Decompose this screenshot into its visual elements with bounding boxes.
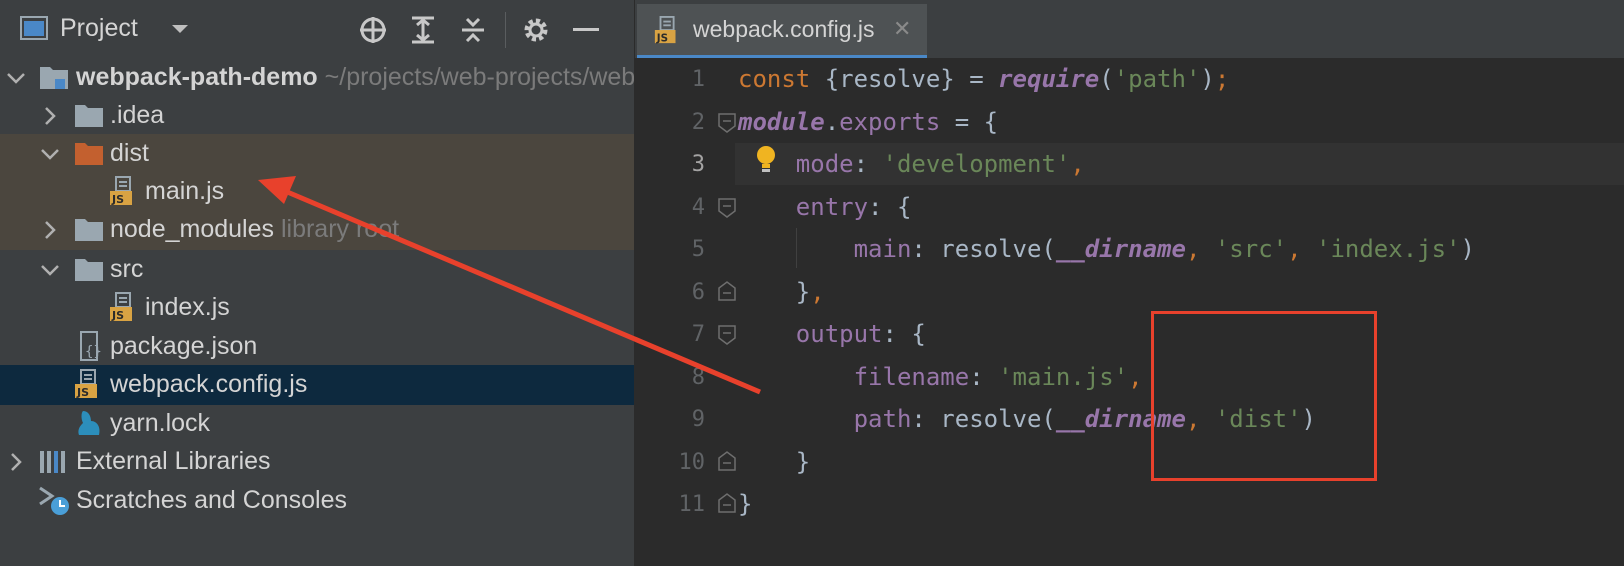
line-number: 2 xyxy=(691,110,705,135)
tree-item-dist[interactable]: dist xyxy=(0,134,634,174)
tree-item-node-modules[interactable]: node_modules library root xyxy=(0,210,634,250)
scratches-icon xyxy=(38,484,70,516)
hide-panel-icon[interactable] xyxy=(568,12,604,48)
collapse-all-icon[interactable] xyxy=(455,12,491,48)
project-folder-icon xyxy=(38,61,70,93)
chevron-right-icon[interactable] xyxy=(4,450,28,474)
line-number: 4 xyxy=(691,195,705,220)
fold-start-icon[interactable] xyxy=(717,324,737,346)
line-gutter: 1 2 3 4 5 6 7 8 9 10 11 xyxy=(635,58,715,566)
indent-guide xyxy=(796,228,797,268)
folder-icon xyxy=(73,99,105,131)
js-file-icon: JS xyxy=(653,14,683,51)
line-number: 5 xyxy=(691,237,705,262)
yarn-icon xyxy=(73,407,105,439)
locate-icon[interactable] xyxy=(355,12,391,48)
code-line-8: filename: 'main.js', xyxy=(853,363,1143,391)
tree-item-label: External Libraries xyxy=(76,447,271,475)
chevron-down-icon[interactable] xyxy=(4,66,28,90)
code-line-5: main: resolve(__dirname, 'src', 'index.j… xyxy=(853,235,1475,263)
svg-text:JS: JS xyxy=(76,386,89,399)
tree-item-label: yarn.lock xyxy=(110,409,211,437)
line-number: 7 xyxy=(691,322,705,347)
chevron-down-icon[interactable] xyxy=(38,258,62,282)
line-number: 3 xyxy=(691,152,705,177)
js-file-icon: JS xyxy=(73,368,105,400)
code-area[interactable]: 1 2 3 4 5 6 7 8 9 10 11 const {resolve} … xyxy=(635,58,1624,566)
tree-item-project-root[interactable]: webpack-path-demo ~/projects/web-project… xyxy=(0,58,634,98)
libraries-icon xyxy=(38,445,70,477)
tree-item-label: index.js xyxy=(145,293,230,321)
tree-item-label: node_modules xyxy=(110,215,275,243)
svg-text:JS: JS xyxy=(111,309,124,322)
tree-item-scratches[interactable]: Scratches and Consoles xyxy=(0,481,634,521)
tree-item-external-libraries[interactable]: External Libraries xyxy=(0,442,634,482)
fold-end-icon[interactable] xyxy=(717,492,737,514)
code-line-10: } xyxy=(738,448,811,476)
tree-item-label: Scratches and Consoles xyxy=(76,486,347,514)
line-number: 9 xyxy=(691,407,705,432)
code-editor[interactable]: JS webpack.config.js ✕ 1 2 3 4 5 6 7 8 9… xyxy=(635,0,1624,566)
gear-icon[interactable] xyxy=(518,12,554,48)
tree-item-src[interactable]: src xyxy=(0,250,634,290)
chevron-right-icon[interactable] xyxy=(38,218,62,242)
folder-icon xyxy=(73,213,105,245)
tree-item-label: webpack.config.js xyxy=(110,370,308,398)
fold-end-icon[interactable] xyxy=(717,450,737,472)
code-line-1: const {resolve} = require('path'); xyxy=(738,65,1230,93)
excluded-folder-icon xyxy=(73,137,105,169)
editor-tabbar: JS webpack.config.js ✕ xyxy=(635,0,1624,58)
tree-item-label: src xyxy=(110,255,144,283)
close-icon[interactable]: ✕ xyxy=(893,16,911,42)
fold-start-icon[interactable] xyxy=(717,197,737,219)
tree-item-main-js[interactable]: JS main.js xyxy=(0,172,634,212)
chevron-down-icon[interactable] xyxy=(38,142,62,166)
tree-item-label: .idea xyxy=(110,101,165,129)
tab-webpack-config[interactable]: JS webpack.config.js ✕ xyxy=(637,4,927,58)
tree-item-index-js[interactable]: JS index.js xyxy=(0,288,634,328)
tree-item-idea[interactable]: .idea xyxy=(0,96,634,136)
svg-text:JS: JS xyxy=(111,193,124,206)
fold-start-icon[interactable] xyxy=(717,112,737,134)
tree-item-webpack-config[interactable]: JS webpack.config.js xyxy=(0,365,634,405)
project-panel: Project webpack-path-demo ~/projects/web… xyxy=(0,0,634,566)
tree-item-label: package.json xyxy=(110,332,258,360)
chevron-right-icon[interactable] xyxy=(38,104,62,128)
toolbar-separator xyxy=(505,12,506,48)
code-line-11: } xyxy=(738,490,753,518)
project-root-name: webpack-path-demo xyxy=(76,63,318,91)
code-line-7: output: { xyxy=(795,320,926,348)
tree-item-package-json[interactable]: {} package.json xyxy=(0,327,634,367)
code-line-6: }, xyxy=(738,278,825,306)
js-file-icon: JS xyxy=(108,291,140,323)
tree-item-label: main.js xyxy=(145,177,225,205)
project-panel-header: Project xyxy=(0,0,634,58)
json-file-icon: {} xyxy=(73,330,105,362)
expand-all-icon[interactable] xyxy=(405,12,441,48)
code-line-4: entry: { xyxy=(795,193,912,221)
line-number: 6 xyxy=(691,280,705,305)
tree-item-label: dist xyxy=(110,139,149,167)
library-root-hint: library root xyxy=(280,215,400,243)
line-number: 1 xyxy=(691,67,705,92)
js-file-icon: JS xyxy=(108,175,140,207)
tree-item-yarn-lock[interactable]: yarn.lock xyxy=(0,404,634,444)
project-view-icon xyxy=(20,16,48,40)
line-number: 11 xyxy=(678,492,706,517)
fold-end-icon[interactable] xyxy=(717,280,737,302)
line-number: 10 xyxy=(678,450,706,475)
code-line-3: mode: 'development', xyxy=(795,150,1085,178)
view-dropdown-chevron-icon[interactable] xyxy=(170,22,190,41)
folder-icon xyxy=(73,253,105,285)
code-line-2: module.exports = { xyxy=(738,108,999,136)
output-highlight-box xyxy=(1151,311,1377,481)
line-number: 8 xyxy=(691,365,705,390)
project-panel-title[interactable]: Project xyxy=(60,14,138,43)
tab-label: webpack.config.js xyxy=(693,16,875,42)
project-root-path: ~/projects/web-projects/webpack-path-dem… xyxy=(324,63,634,91)
svg-text:{}: {} xyxy=(85,344,102,360)
js-badge-text: JS xyxy=(656,32,668,44)
